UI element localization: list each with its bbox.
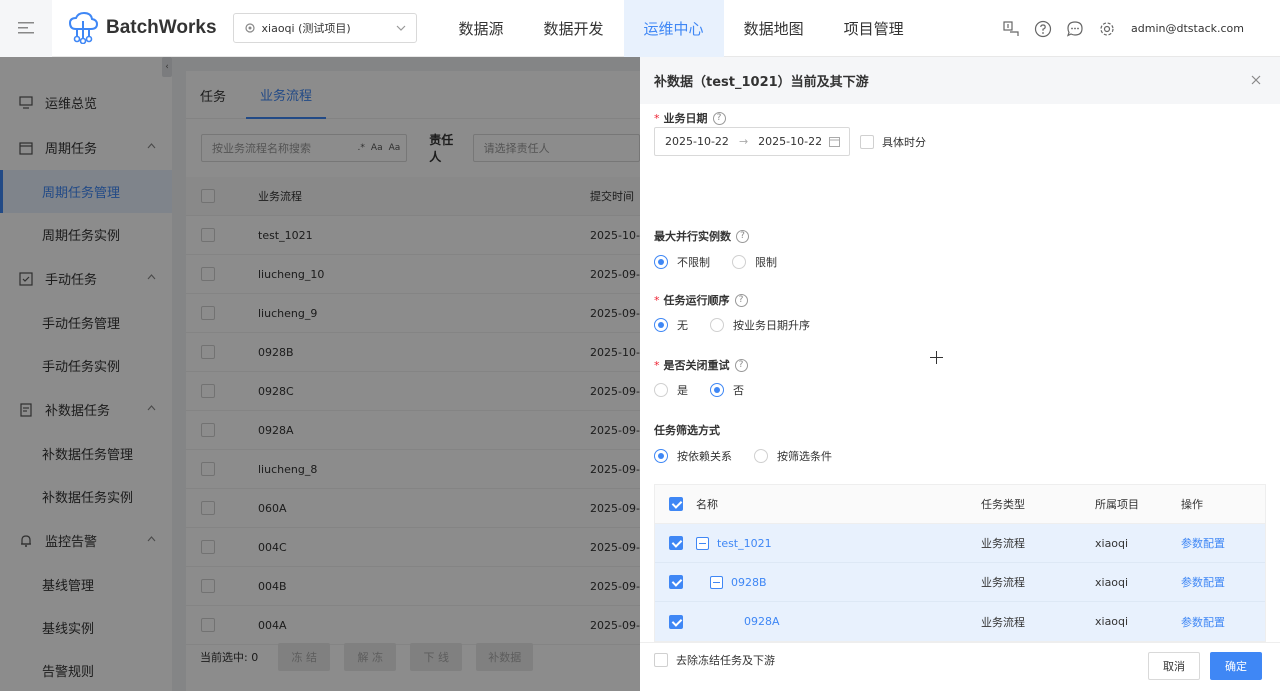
collapse-tree-icon[interactable] — [710, 575, 723, 589]
specific-time-checkbox[interactable]: 具体时分 — [860, 134, 926, 150]
message-button[interactable] — [1059, 0, 1091, 57]
nav-item-ops-center[interactable]: 运维中心 — [623, 0, 724, 57]
filter-mode-radio-group: 按依赖关系 按筛选条件 — [654, 448, 854, 464]
menu-toggle-button[interactable] — [0, 0, 52, 57]
gear-icon — [1100, 21, 1114, 36]
user-email[interactable]: admin@dtstack.com — [1131, 22, 1244, 35]
param-config-link[interactable]: 参数配置 — [1181, 535, 1225, 551]
header-right: admin@dtstack.com — [995, 0, 1280, 57]
arrow-right-icon: → — [738, 135, 749, 148]
radio-limited[interactable]: 限制 — [732, 254, 777, 270]
select-all-checkbox[interactable] — [669, 497, 683, 511]
drawer-title: 补数据（test_1021）当前及其下游 — [654, 75, 869, 90]
radio-retry-no[interactable]: 否 — [710, 382, 744, 398]
help-icon: ? — [734, 293, 748, 307]
main-nav: 数据源 数据开发 运维中心 数据地图 项目管理 — [439, 0, 924, 57]
app-logo[interactable]: BatchWorks — [68, 12, 217, 44]
cancel-button[interactable]: 取消 — [1148, 652, 1200, 680]
help-icon: ? — [736, 229, 749, 243]
mouse-cursor-icon — [930, 351, 943, 364]
task-name-link[interactable]: 0928B — [731, 576, 767, 589]
max-parallel-label: 最大并行实例数? — [654, 228, 749, 244]
task-project: xiaoqi — [1095, 536, 1129, 550]
row-checkbox[interactable] — [669, 575, 683, 589]
column-header-name: 名称 — [696, 498, 718, 511]
radio-order-date-asc[interactable]: 按业务日期升序 — [710, 317, 810, 333]
run-order-radio-group: 无 按业务日期升序 — [654, 317, 832, 333]
modal-mask[interactable] — [0, 57, 640, 691]
gear-small-icon — [244, 23, 255, 33]
app-name: BatchWorks — [106, 17, 217, 38]
radio-order-none[interactable]: 无 — [654, 317, 688, 333]
project-select-value: xiaoqi (测试项目) — [261, 22, 351, 35]
task-type: 业务流程 — [981, 615, 1025, 629]
nav-item-datasource[interactable]: 数据源 — [439, 0, 524, 57]
table-row: 0928B 业务流程 xiaoqi 参数配置 — [655, 563, 1265, 602]
hamburger-icon — [18, 22, 34, 34]
task-type: 业务流程 — [981, 576, 1025, 589]
help-circle-icon — [1034, 20, 1052, 37]
radio-unlimited[interactable]: 不限制 — [654, 254, 710, 270]
radio-retry-yes[interactable]: 是 — [654, 382, 688, 398]
column-header-action: 操作 — [1181, 498, 1203, 511]
language-button[interactable] — [995, 0, 1027, 57]
task-name-link[interactable]: 0928A — [744, 615, 780, 628]
help-icon: ? — [734, 358, 748, 372]
nav-item-dev[interactable]: 数据开发 — [524, 0, 624, 57]
chevron-down-icon — [396, 25, 405, 31]
language-icon — [1003, 20, 1019, 36]
close-button[interactable] — [1248, 72, 1264, 88]
confirm-button[interactable]: 确定 — [1210, 652, 1262, 680]
drawer-footer: 取消 确定 — [640, 642, 1280, 691]
task-project: xiaoqi — [1095, 615, 1129, 628]
row-checkbox[interactable] — [669, 614, 683, 629]
param-config-link[interactable]: 参数配置 — [1181, 574, 1225, 590]
column-header-project: 所属项目 — [1095, 498, 1139, 511]
chat-icon — [1067, 20, 1083, 37]
date-range-picker[interactable]: 2025-10-22 → 2025-10-22 — [654, 127, 850, 156]
date-end: 2025-10-22 — [758, 135, 823, 148]
date-start: 2025-10-22 — [665, 135, 729, 148]
nav-item-project-mgmt[interactable]: 项目管理 — [824, 0, 924, 57]
settings-button[interactable] — [1091, 0, 1123, 57]
cloud-logo-icon — [68, 12, 98, 44]
filter-mode-label: 任务筛选方式 — [654, 424, 720, 437]
nav-item-datamap[interactable]: 数据地图 — [724, 0, 824, 57]
backfill-drawer: 补数据（test_1021）当前及其下游 * 业务日期? 2025-10-22 →… — [640, 57, 1280, 691]
top-header: BatchWorks xiaoqi (测试项目) 数据源 数据开发 运维中心 数… — [0, 0, 1280, 57]
biz-date-label: * 业务日期? — [654, 110, 726, 126]
checkbox-box[interactable] — [860, 135, 874, 149]
task-type: 业务流程 — [981, 537, 1025, 550]
table-row: test_1021 业务流程 xiaoqi 参数配置 — [655, 524, 1265, 563]
project-select[interactable]: xiaoqi (测试项目) — [232, 13, 417, 43]
param-config-link[interactable]: 参数配置 — [1181, 614, 1225, 630]
max-parallel-radio-group: 不限制 限制 — [654, 254, 799, 270]
calendar-icon — [829, 137, 840, 147]
collapse-tree-icon[interactable] — [696, 536, 709, 550]
radio-by-dependency[interactable]: 按依赖关系 — [654, 448, 732, 464]
task-tree-table: 名称 任务类型 所属项目 操作 test_1021 业务流程 xiaoqi 参数… — [654, 484, 1266, 642]
task-project: xiaoqi — [1095, 575, 1129, 589]
column-header-type: 任务类型 — [981, 498, 1025, 511]
help-icon: ? — [712, 111, 726, 125]
run-order-label: * 任务运行顺序? — [654, 292, 748, 308]
task-table-header: 名称 任务类型 所属项目 操作 — [655, 485, 1265, 524]
close-retry-radio-group: 是 否 — [654, 382, 766, 398]
table-row: 0928A 业务流程 xiaoqi 参数配置 — [655, 602, 1265, 641]
close-icon — [1251, 75, 1261, 85]
task-name-link[interactable]: test_1021 — [717, 537, 772, 550]
specific-time-label: 具体时分 — [882, 136, 926, 149]
drawer-header: 补数据（test_1021）当前及其下游 — [640, 57, 1280, 104]
help-button[interactable] — [1027, 0, 1059, 57]
row-checkbox[interactable] — [669, 536, 683, 550]
radio-by-condition[interactable]: 按筛选条件 — [754, 448, 832, 464]
close-retry-label: * 是否关闭重试? — [654, 357, 748, 373]
